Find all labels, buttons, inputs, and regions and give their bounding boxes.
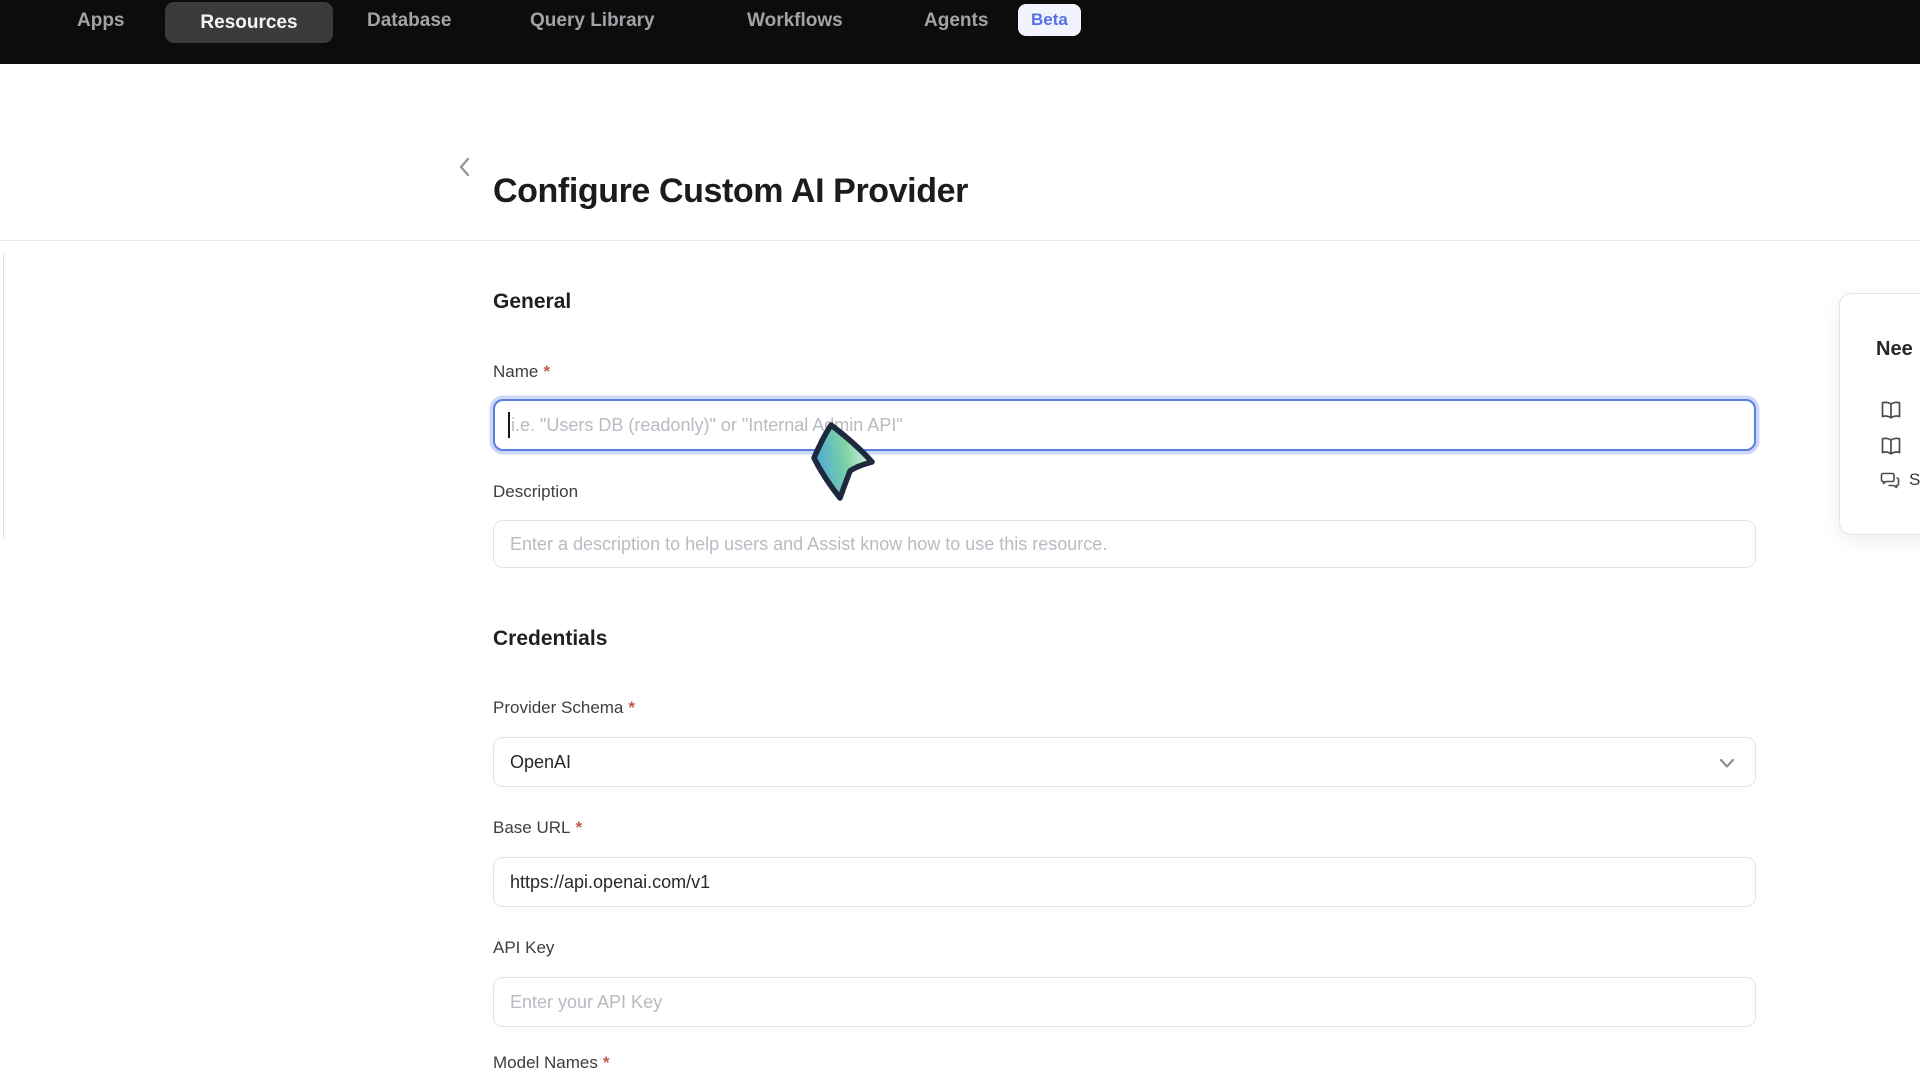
chevron-left-icon — [455, 155, 475, 179]
left-card-edge — [3, 253, 4, 539]
help-panel-heading: Nee — [1876, 338, 1913, 361]
general-section-heading: General — [493, 290, 571, 314]
chat-icon — [1880, 471, 1900, 490]
page-title: Configure Custom AI Provider — [493, 170, 968, 212]
description-label: Description — [493, 482, 578, 502]
name-label: Name* — [493, 362, 550, 382]
nav-item-query-library[interactable]: Query Library — [530, 0, 655, 42]
top-nav: Apps Resources Database Query Library Wo… — [0, 0, 1920, 64]
help-link-label: S — [1909, 470, 1920, 490]
nav-item-resources[interactable]: Resources — [165, 2, 333, 43]
help-link-guides[interactable] — [1880, 433, 1902, 459]
provider-schema-label: Provider Schema* — [493, 698, 635, 718]
header-divider — [0, 240, 1920, 241]
beta-badge: Beta — [1018, 4, 1081, 36]
api-key-label: API Key — [493, 938, 554, 958]
api-key-input[interactable] — [493, 977, 1756, 1027]
help-link-support[interactable]: S — [1880, 467, 1920, 493]
nav-item-workflows[interactable]: Workflows — [747, 0, 843, 42]
app-window: Apps Resources Database Query Library Wo… — [0, 0, 1920, 1080]
required-asterisk: * — [603, 1053, 610, 1072]
chevron-down-icon — [1715, 751, 1739, 775]
description-input[interactable] — [493, 520, 1756, 568]
nav-item-agents[interactable]: Agents — [924, 0, 988, 42]
required-asterisk: * — [628, 698, 635, 717]
help-link-docs[interactable] — [1880, 397, 1902, 423]
base-url-input[interactable] — [493, 857, 1756, 907]
nav-item-apps[interactable]: Apps — [77, 0, 125, 42]
credentials-section-heading: Credentials — [493, 627, 607, 651]
back-button[interactable] — [448, 150, 482, 184]
provider-schema-value: OpenAI — [510, 752, 571, 773]
required-asterisk: * — [543, 362, 550, 381]
base-url-label: Base URL* — [493, 818, 582, 838]
required-asterisk: * — [575, 818, 582, 837]
provider-schema-select[interactable]: OpenAI — [493, 737, 1756, 787]
text-caret — [508, 412, 510, 438]
book-icon — [1880, 400, 1902, 421]
name-input[interactable] — [493, 399, 1756, 451]
help-panel: Nee S — [1839, 293, 1920, 535]
model-names-label: Model Names* — [493, 1053, 610, 1073]
book-icon — [1880, 436, 1902, 457]
nav-item-database[interactable]: Database — [367, 0, 452, 42]
